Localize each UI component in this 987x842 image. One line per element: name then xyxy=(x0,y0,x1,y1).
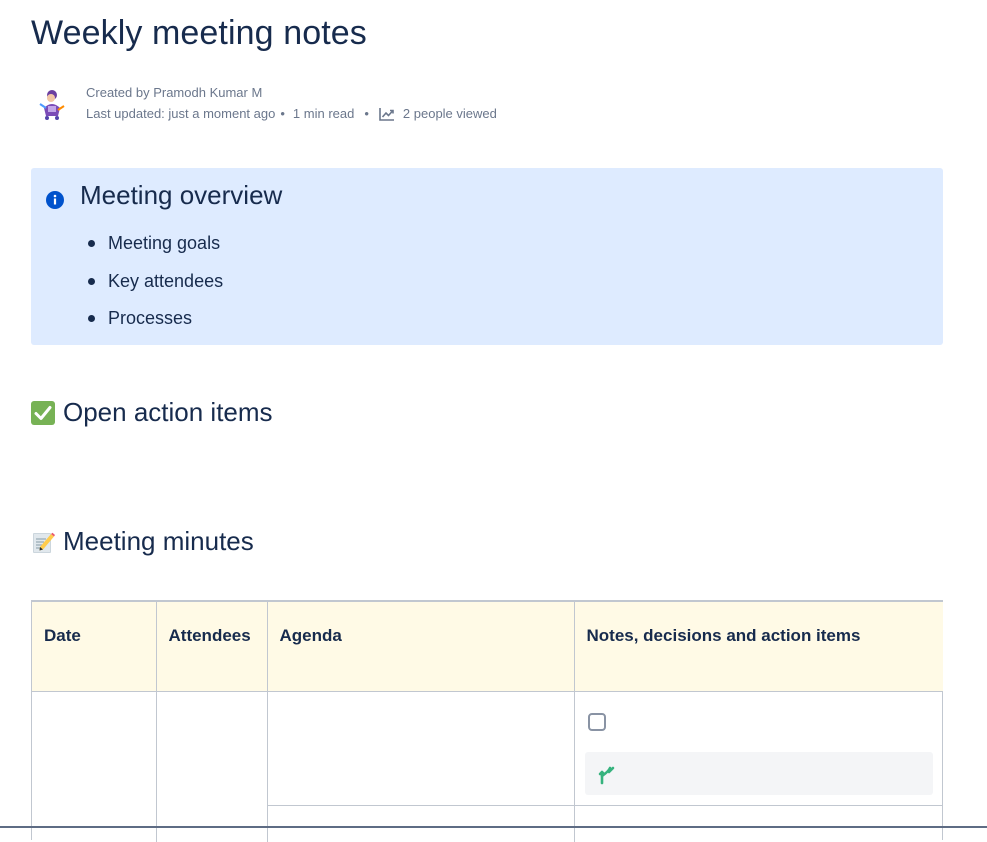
overview-list: Meeting goals Key attendees Processes xyxy=(80,230,223,343)
panel-title: Meeting overview xyxy=(80,180,283,210)
analytics-chart-icon[interactable] xyxy=(379,107,395,121)
separator-dot: • xyxy=(280,106,285,121)
read-time: 1 min read xyxy=(292,106,355,121)
section-title: Open action items xyxy=(63,397,273,427)
notes-cell[interactable] xyxy=(574,691,943,842)
attendees-cell[interactable] xyxy=(156,691,268,842)
column-header-attendees[interactable]: Attendees xyxy=(156,602,268,692)
table-header-row: Date Attendees Agenda Notes, decisions a… xyxy=(32,602,943,692)
created-by: Created by Pramodh Kumar M xyxy=(86,85,263,100)
info-icon xyxy=(46,191,64,209)
cell-divider xyxy=(267,804,574,806)
section-title: Meeting minutes xyxy=(63,526,254,556)
agenda-cell[interactable] xyxy=(267,691,575,842)
list-item: Meeting goals xyxy=(87,230,223,268)
list-item: Key attendees xyxy=(87,268,223,306)
check-mark-button-icon xyxy=(31,400,55,425)
list-item: Processes xyxy=(87,305,223,343)
byline: Created by Pramodh Kumar M Last updated:… xyxy=(31,84,631,128)
separator-dot: • xyxy=(364,106,369,121)
date-cell[interactable] xyxy=(32,691,157,842)
decision-item[interactable] xyxy=(584,751,933,795)
table-row xyxy=(32,691,943,842)
open-action-items-heading: Open action items xyxy=(31,397,273,428)
page-meta: Last updated: just a moment ago • 1 min … xyxy=(86,106,497,121)
memo-icon xyxy=(33,532,55,553)
cell-divider xyxy=(574,804,943,806)
column-header-notes[interactable]: Notes, decisions and action items xyxy=(574,602,943,692)
page-title: Weekly meeting notes xyxy=(31,14,367,52)
meeting-minutes-table: Date Attendees Agenda Notes, decisions a… xyxy=(31,600,943,842)
action-item-checkbox[interactable] xyxy=(587,712,606,731)
column-header-date[interactable]: Date xyxy=(32,602,157,692)
last-updated: Last updated: just a moment ago xyxy=(86,106,276,121)
column-header-agenda[interactable]: Agenda xyxy=(267,602,575,692)
avatar[interactable] xyxy=(34,86,70,122)
meeting-minutes-heading: Meeting minutes xyxy=(31,526,254,557)
people-viewed-link[interactable]: 2 people viewed xyxy=(403,106,497,121)
info-panel: Meeting overview Meeting goals Key atten… xyxy=(31,168,943,345)
decision-icon xyxy=(598,766,614,784)
